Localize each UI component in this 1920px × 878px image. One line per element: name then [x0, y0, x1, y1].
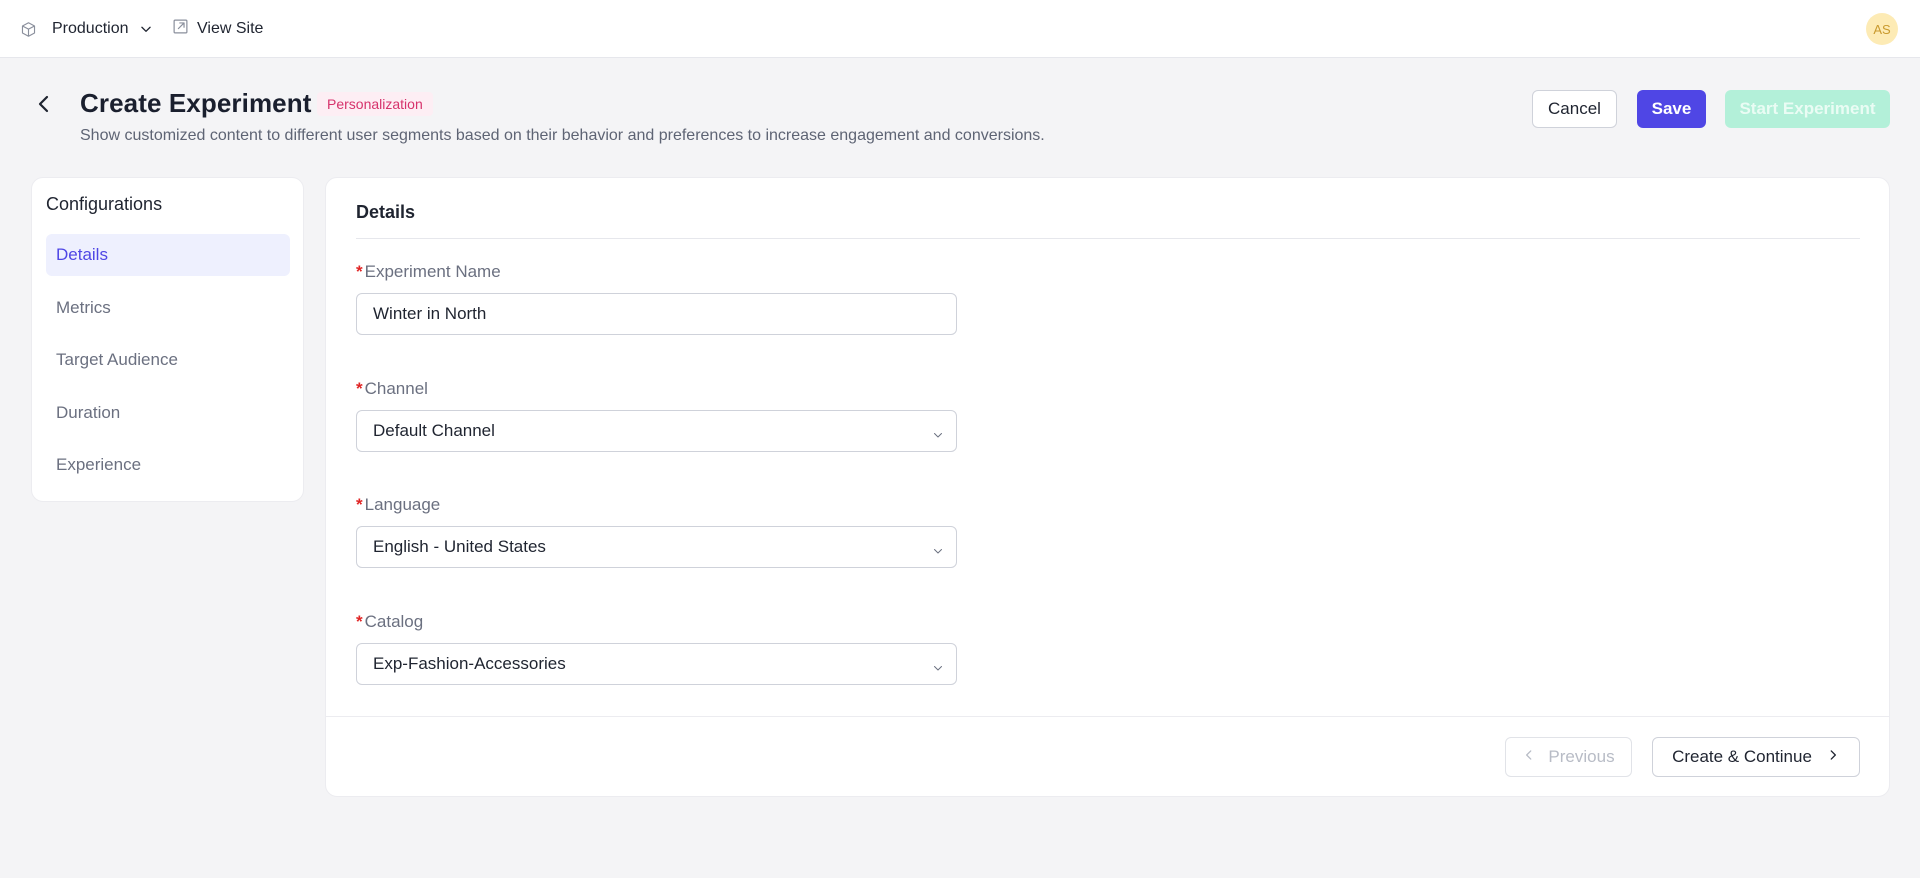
details-card: Details *Experiment Name *Channel Defaul… — [325, 177, 1890, 797]
catalog-value: Exp-Fashion-Accessories — [373, 654, 566, 673]
language-label: * Language — [356, 495, 440, 515]
required-marker: * — [356, 262, 363, 281]
sidebar-item-details[interactable]: Details — [46, 234, 290, 276]
channel-label: * Channel — [356, 379, 428, 399]
cube-icon — [20, 21, 37, 38]
chevron-right-icon — [1826, 747, 1840, 767]
experiment-name-label-text: Experiment Name — [364, 262, 501, 281]
view-site-link[interactable]: View Site — [172, 17, 263, 41]
channel-value: Default Channel — [373, 421, 495, 440]
required-marker: * — [356, 379, 363, 398]
chevron-down-icon — [932, 426, 944, 446]
catalog-label: * Catalog — [356, 612, 423, 632]
language-value: English - United States — [373, 537, 546, 556]
required-marker: * — [356, 612, 363, 631]
top-bar: Production View Site AS — [0, 0, 1920, 58]
chevron-down-icon — [932, 659, 944, 679]
environment-label: Production — [52, 20, 129, 37]
back-arrow-icon[interactable] — [32, 92, 56, 116]
sidebar-item-duration[interactable]: Duration — [46, 392, 290, 434]
chevron-down-icon — [139, 22, 153, 36]
catalog-label-text: Catalog — [364, 612, 424, 631]
channel-select[interactable]: Default Channel — [356, 410, 957, 452]
configurations-title: Configurations — [46, 194, 163, 214]
previous-button[interactable]: Previous — [1505, 737, 1632, 777]
channel-label-text: Channel — [364, 379, 428, 398]
chevron-down-icon — [932, 542, 944, 562]
experiment-name-input[interactable] — [356, 293, 957, 335]
avatar[interactable]: AS — [1866, 13, 1898, 45]
view-site-label: View Site — [197, 20, 264, 37]
previous-label: Previous — [1548, 747, 1615, 766]
experiment-name-label: * Experiment Name — [356, 262, 501, 282]
chevron-left-icon — [1522, 747, 1536, 767]
page-title: Create Experiment — [80, 88, 312, 118]
sidebar-item-experience[interactable]: Experience — [46, 444, 290, 486]
required-marker: * — [356, 495, 363, 514]
sidebar-item-metrics[interactable]: Metrics — [46, 287, 290, 329]
footer-divider — [326, 716, 1889, 717]
catalog-select[interactable]: Exp-Fashion-Accessories — [356, 643, 957, 685]
divider — [356, 238, 1860, 239]
configurations-panel: Configurations Details Metrics Target Au… — [31, 177, 304, 502]
language-select[interactable]: English - United States — [356, 526, 957, 568]
environment-switcher[interactable]: Production — [20, 17, 153, 41]
page-description: Show customized content to different use… — [80, 127, 1045, 144]
details-title: Details — [356, 202, 416, 222]
start-experiment-button[interactable]: Start Experiment — [1725, 90, 1890, 128]
language-label-text: Language — [364, 495, 441, 514]
create-continue-label: Create & Continue — [1672, 747, 1812, 766]
cancel-button[interactable]: Cancel — [1532, 90, 1617, 128]
sidebar-item-target-audience[interactable]: Target Audience — [46, 339, 290, 381]
external-link-icon — [172, 18, 189, 40]
create-continue-button[interactable]: Create & Continue — [1652, 737, 1860, 777]
save-button[interactable]: Save — [1637, 90, 1706, 128]
experiment-type-badge: Personalization — [317, 92, 433, 116]
